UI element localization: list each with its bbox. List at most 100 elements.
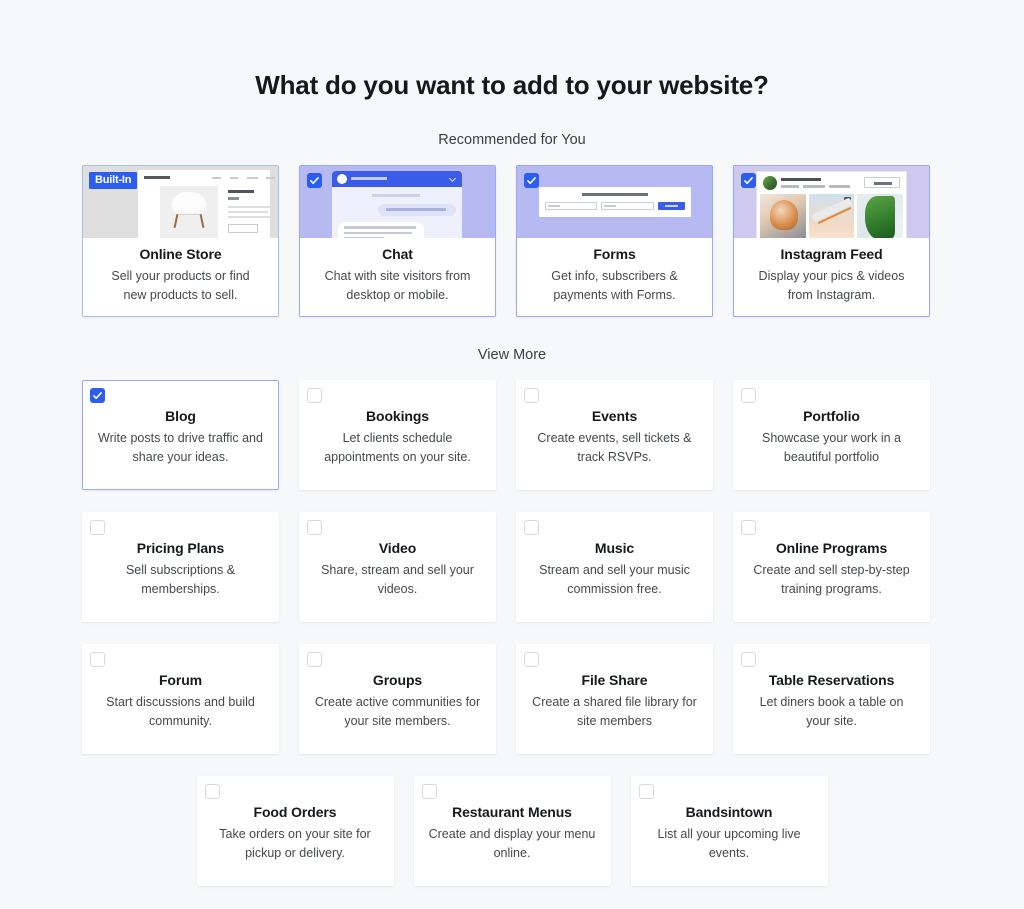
store-logo	[144, 176, 170, 179]
app-tile-table-reservations[interactable]: Table Reservations Let diners book a tab…	[733, 644, 930, 754]
tile-description: Create active communities for your site …	[314, 695, 481, 728]
checkbox-groups[interactable]	[307, 652, 322, 667]
profile-avatar	[763, 176, 777, 190]
app-tile-food-orders[interactable]: Food Orders Take orders on your site for…	[196, 776, 394, 886]
checkbox-forms[interactable]	[524, 173, 539, 188]
tile-title: Pricing Plans	[136, 540, 225, 556]
app-tile-bookings[interactable]: Bookings Let clients schedule appointmen…	[299, 380, 496, 490]
checkbox-blog[interactable]	[90, 388, 105, 403]
profile-username-line	[781, 178, 821, 181]
page-title: What do you want to add to your website?	[255, 70, 769, 100]
app-tile-video[interactable]: Video Share, stream and sell your videos…	[299, 512, 496, 622]
checkbox-forum[interactable]	[90, 652, 105, 667]
checkbox-events[interactable]	[524, 388, 539, 403]
recommended-card-chat[interactable]: Chat Chat with site visitors from deskto…	[299, 165, 496, 317]
store-page-mockup	[138, 170, 275, 238]
card-description: Get info, subscribers & payments with Fo…	[551, 269, 678, 302]
store-nav-item	[247, 177, 258, 179]
checkbox-instagram-feed[interactable]	[741, 173, 756, 188]
add-to-website-page: What do you want to add to your website?…	[0, 0, 1024, 909]
chat-bubble-outgoing	[378, 204, 456, 216]
subscribe-form-mockup	[539, 187, 691, 217]
card-description: Display your pics & videos from Instagra…	[758, 269, 905, 302]
tile-description: Let diners book a table on your site.	[759, 695, 904, 728]
recommended-card-forms[interactable]: Forms Get info, subscribers & payments w…	[516, 165, 713, 317]
instagram-feed-thumbnail	[734, 166, 929, 238]
tile-description: Showcase your work in a beautiful portfo…	[762, 431, 901, 464]
tile-description: Sell subscriptions & memberships.	[125, 563, 236, 596]
tile-description: Write posts to drive traffic and share y…	[98, 431, 263, 464]
tile-title: Portfolio	[803, 408, 860, 424]
card-body: Instagram Feed Display your pics & video…	[734, 238, 929, 305]
recommended-section-label: Recommended for You	[438, 132, 586, 148]
grid-row: Blog Write posts to drive traffic and sh…	[82, 380, 942, 490]
checkbox-video[interactable]	[307, 520, 322, 535]
tile-title: Online Programs	[775, 540, 888, 556]
checkbox-bandsintown[interactable]	[638, 784, 654, 799]
app-tile-pricing-plans[interactable]: Pricing Plans Sell subscriptions & membe…	[82, 512, 279, 622]
tile-title: File Share	[581, 672, 648, 688]
checkbox-chat[interactable]	[307, 173, 322, 188]
checkbox-portfolio[interactable]	[741, 388, 756, 403]
checkbox-file-share[interactable]	[524, 652, 539, 667]
check-icon	[310, 177, 319, 185]
chair-leg	[199, 213, 205, 229]
tile-description: Create events, sell tickets & track RSVP…	[537, 431, 692, 464]
app-tile-blog[interactable]: Blog Write posts to drive traffic and sh…	[82, 380, 279, 490]
checkbox-online-programs[interactable]	[741, 520, 756, 535]
add-to-cart-button	[228, 224, 258, 233]
view-more-section-label: View More	[477, 347, 547, 363]
store-nav-item	[266, 177, 275, 179]
checkbox-restaurant-menus[interactable]	[421, 784, 437, 799]
checkbox-bookings[interactable]	[307, 388, 322, 403]
store-nav-item	[212, 177, 221, 179]
instagram-photo-green	[857, 194, 904, 238]
chair-base-shape	[179, 214, 199, 225]
tile-title: Events	[591, 408, 638, 424]
checkbox-pricing-plans[interactable]	[90, 520, 105, 535]
follow-button	[864, 177, 900, 188]
tile-title: Blog	[165, 408, 196, 424]
card-title: Instagram Feed	[780, 246, 883, 262]
tile-description: Create and sell step-by-step training pr…	[753, 563, 910, 596]
card-body: Online Store Sell your products or find …	[83, 238, 278, 305]
chat-bubble-incoming	[338, 222, 424, 238]
app-tile-portfolio[interactable]: Portfolio Showcase your work in a beauti…	[733, 380, 930, 490]
check-icon	[527, 177, 536, 185]
checkbox-food-orders[interactable]	[204, 784, 220, 799]
tile-title: Table Reservations	[768, 672, 895, 688]
app-tile-music[interactable]: Music Stream and sell your music commiss…	[516, 512, 713, 622]
app-tile-online-programs[interactable]: Online Programs Create and sell step-by-…	[733, 512, 930, 622]
tile-description: Create a shared file library for site me…	[532, 695, 697, 728]
product-title-line	[228, 190, 254, 193]
chair-leg	[173, 213, 179, 229]
chat-header-label	[351, 177, 387, 180]
built-in-badge: Built-In	[89, 172, 138, 189]
profile-stat	[803, 185, 825, 188]
checkbox-table-reservations[interactable]	[741, 652, 756, 667]
app-tile-events[interactable]: Events Create events, sell tickets & tra…	[516, 380, 713, 490]
form-input-email	[601, 202, 654, 210]
tile-title: Food Orders	[253, 804, 337, 820]
product-price-line	[228, 197, 239, 200]
instagram-photo-airplane	[808, 194, 855, 238]
checkbox-music[interactable]	[524, 520, 539, 535]
recommended-card-instagram-feed[interactable]: Instagram Feed Display your pics & video…	[733, 165, 930, 317]
tile-description: Let clients schedule appointments on you…	[324, 431, 471, 464]
recommended-card-online-store[interactable]: Built-In Online Store Sell your products…	[82, 165, 279, 317]
app-tile-bandsintown[interactable]: Bandsintown List all your upcoming live …	[630, 776, 828, 886]
tile-title: Bandsintown	[685, 804, 773, 820]
tile-title: Video	[378, 540, 417, 556]
card-title: Online Store	[139, 246, 222, 262]
video-badge-icon	[844, 197, 852, 203]
profile-stat	[829, 185, 850, 188]
app-tile-forum[interactable]: Forum Start discussions and build commun…	[82, 644, 279, 754]
app-tile-groups[interactable]: Groups Create active communities for you…	[299, 644, 496, 754]
tile-description: Create and display your menu online.	[428, 827, 596, 860]
instagram-photo-grid	[757, 194, 906, 238]
app-tile-restaurant-menus[interactable]: Restaurant Menus Create and display your…	[413, 776, 611, 886]
grid-row: Forum Start discussions and build commun…	[82, 644, 942, 754]
tile-description: Start discussions and build community.	[106, 695, 255, 728]
app-tile-file-share[interactable]: File Share Create a shared file library …	[516, 644, 713, 754]
recommended-cards-row: Built-In Online Store Sell your products…	[0, 165, 1024, 317]
